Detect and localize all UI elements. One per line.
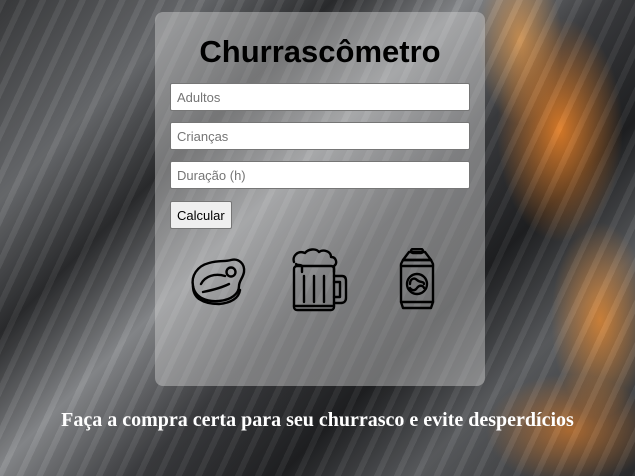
adults-input[interactable] xyxy=(170,83,470,111)
children-input[interactable] xyxy=(170,122,470,150)
beer-mug-icon xyxy=(288,248,350,319)
tagline: Faça a compra certa para seu churrasco e… xyxy=(61,409,574,431)
calculate-button[interactable]: Calcular xyxy=(170,201,232,229)
meat-steak-icon xyxy=(187,248,249,315)
soda-can-icon xyxy=(395,247,439,319)
page-title: Churrascômetro xyxy=(199,34,441,69)
duration-input[interactable] xyxy=(170,161,470,189)
calculator-panel: Churrascômetro Calcular xyxy=(155,12,485,386)
